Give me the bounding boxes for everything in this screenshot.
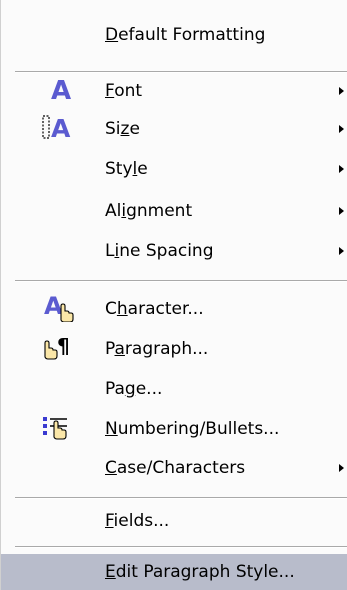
menu-item-case-characters[interactable]: Case/Characters xyxy=(1,447,347,489)
menu-item-label: Paragraph... xyxy=(105,339,209,359)
menu-item-label: Line Spacing xyxy=(105,241,214,261)
svg-text:A: A xyxy=(51,114,71,140)
menu-item-fields[interactable]: Fields... xyxy=(1,500,347,542)
menu-item-label: Style xyxy=(105,159,148,179)
menu-item-alignment[interactable]: Alignment xyxy=(1,190,347,232)
menu-item-label: Default Formatting xyxy=(105,25,266,45)
menu-item-paragraph[interactable]: ¶ Paragraph... xyxy=(1,328,347,370)
menu-item-edit-paragraph-style[interactable]: Edit Paragraph Style... xyxy=(1,554,347,590)
font-icon: A xyxy=(51,76,72,106)
menu-item-label: Character... xyxy=(105,299,204,319)
menu-item-default-formatting[interactable]: Default Formatting xyxy=(1,14,347,56)
menu-item-line-spacing[interactable]: Line Spacing xyxy=(1,230,347,272)
submenu-arrow-icon xyxy=(339,87,344,95)
menu-item-label: Size xyxy=(105,119,140,139)
svg-text:A: A xyxy=(44,292,63,320)
menu-item-page[interactable]: Page... xyxy=(1,368,347,410)
menu-item-label: Case/Characters xyxy=(105,458,246,478)
menu-separator xyxy=(15,280,347,282)
menu-item-label: Font xyxy=(105,81,143,101)
submenu-arrow-icon xyxy=(339,125,344,133)
submenu-arrow-icon xyxy=(339,207,344,215)
menu-item-label: Page... xyxy=(105,379,163,399)
numbering-bullets-icon xyxy=(41,413,73,445)
submenu-arrow-icon xyxy=(339,464,344,472)
menu-separator xyxy=(15,546,347,548)
menu-item-label: Edit Paragraph Style... xyxy=(105,562,295,582)
menu-item-label: Alignment xyxy=(105,201,193,221)
menu-item-size[interactable]: A Size xyxy=(1,108,347,150)
menu-item-font[interactable]: A Font xyxy=(1,70,347,112)
svg-text:¶: ¶ xyxy=(57,334,70,358)
font-size-icon: A xyxy=(42,114,76,144)
menu-item-numbering-bullets[interactable]: Numbering/Bullets... xyxy=(1,408,347,450)
menu-item-label: Numbering/Bullets... xyxy=(105,419,280,439)
submenu-arrow-icon xyxy=(339,165,344,173)
menu-separator xyxy=(15,497,347,499)
menu-item-character[interactable]: A Character... xyxy=(1,288,347,330)
paragraph-icon: ¶ xyxy=(41,333,73,365)
character-icon: A xyxy=(43,292,75,326)
menu-item-label: Fields... xyxy=(105,511,170,531)
context-menu: Default Formatting A Font A Size Style A… xyxy=(0,0,347,590)
submenu-arrow-icon xyxy=(339,247,344,255)
menu-item-style[interactable]: Style xyxy=(1,148,347,190)
